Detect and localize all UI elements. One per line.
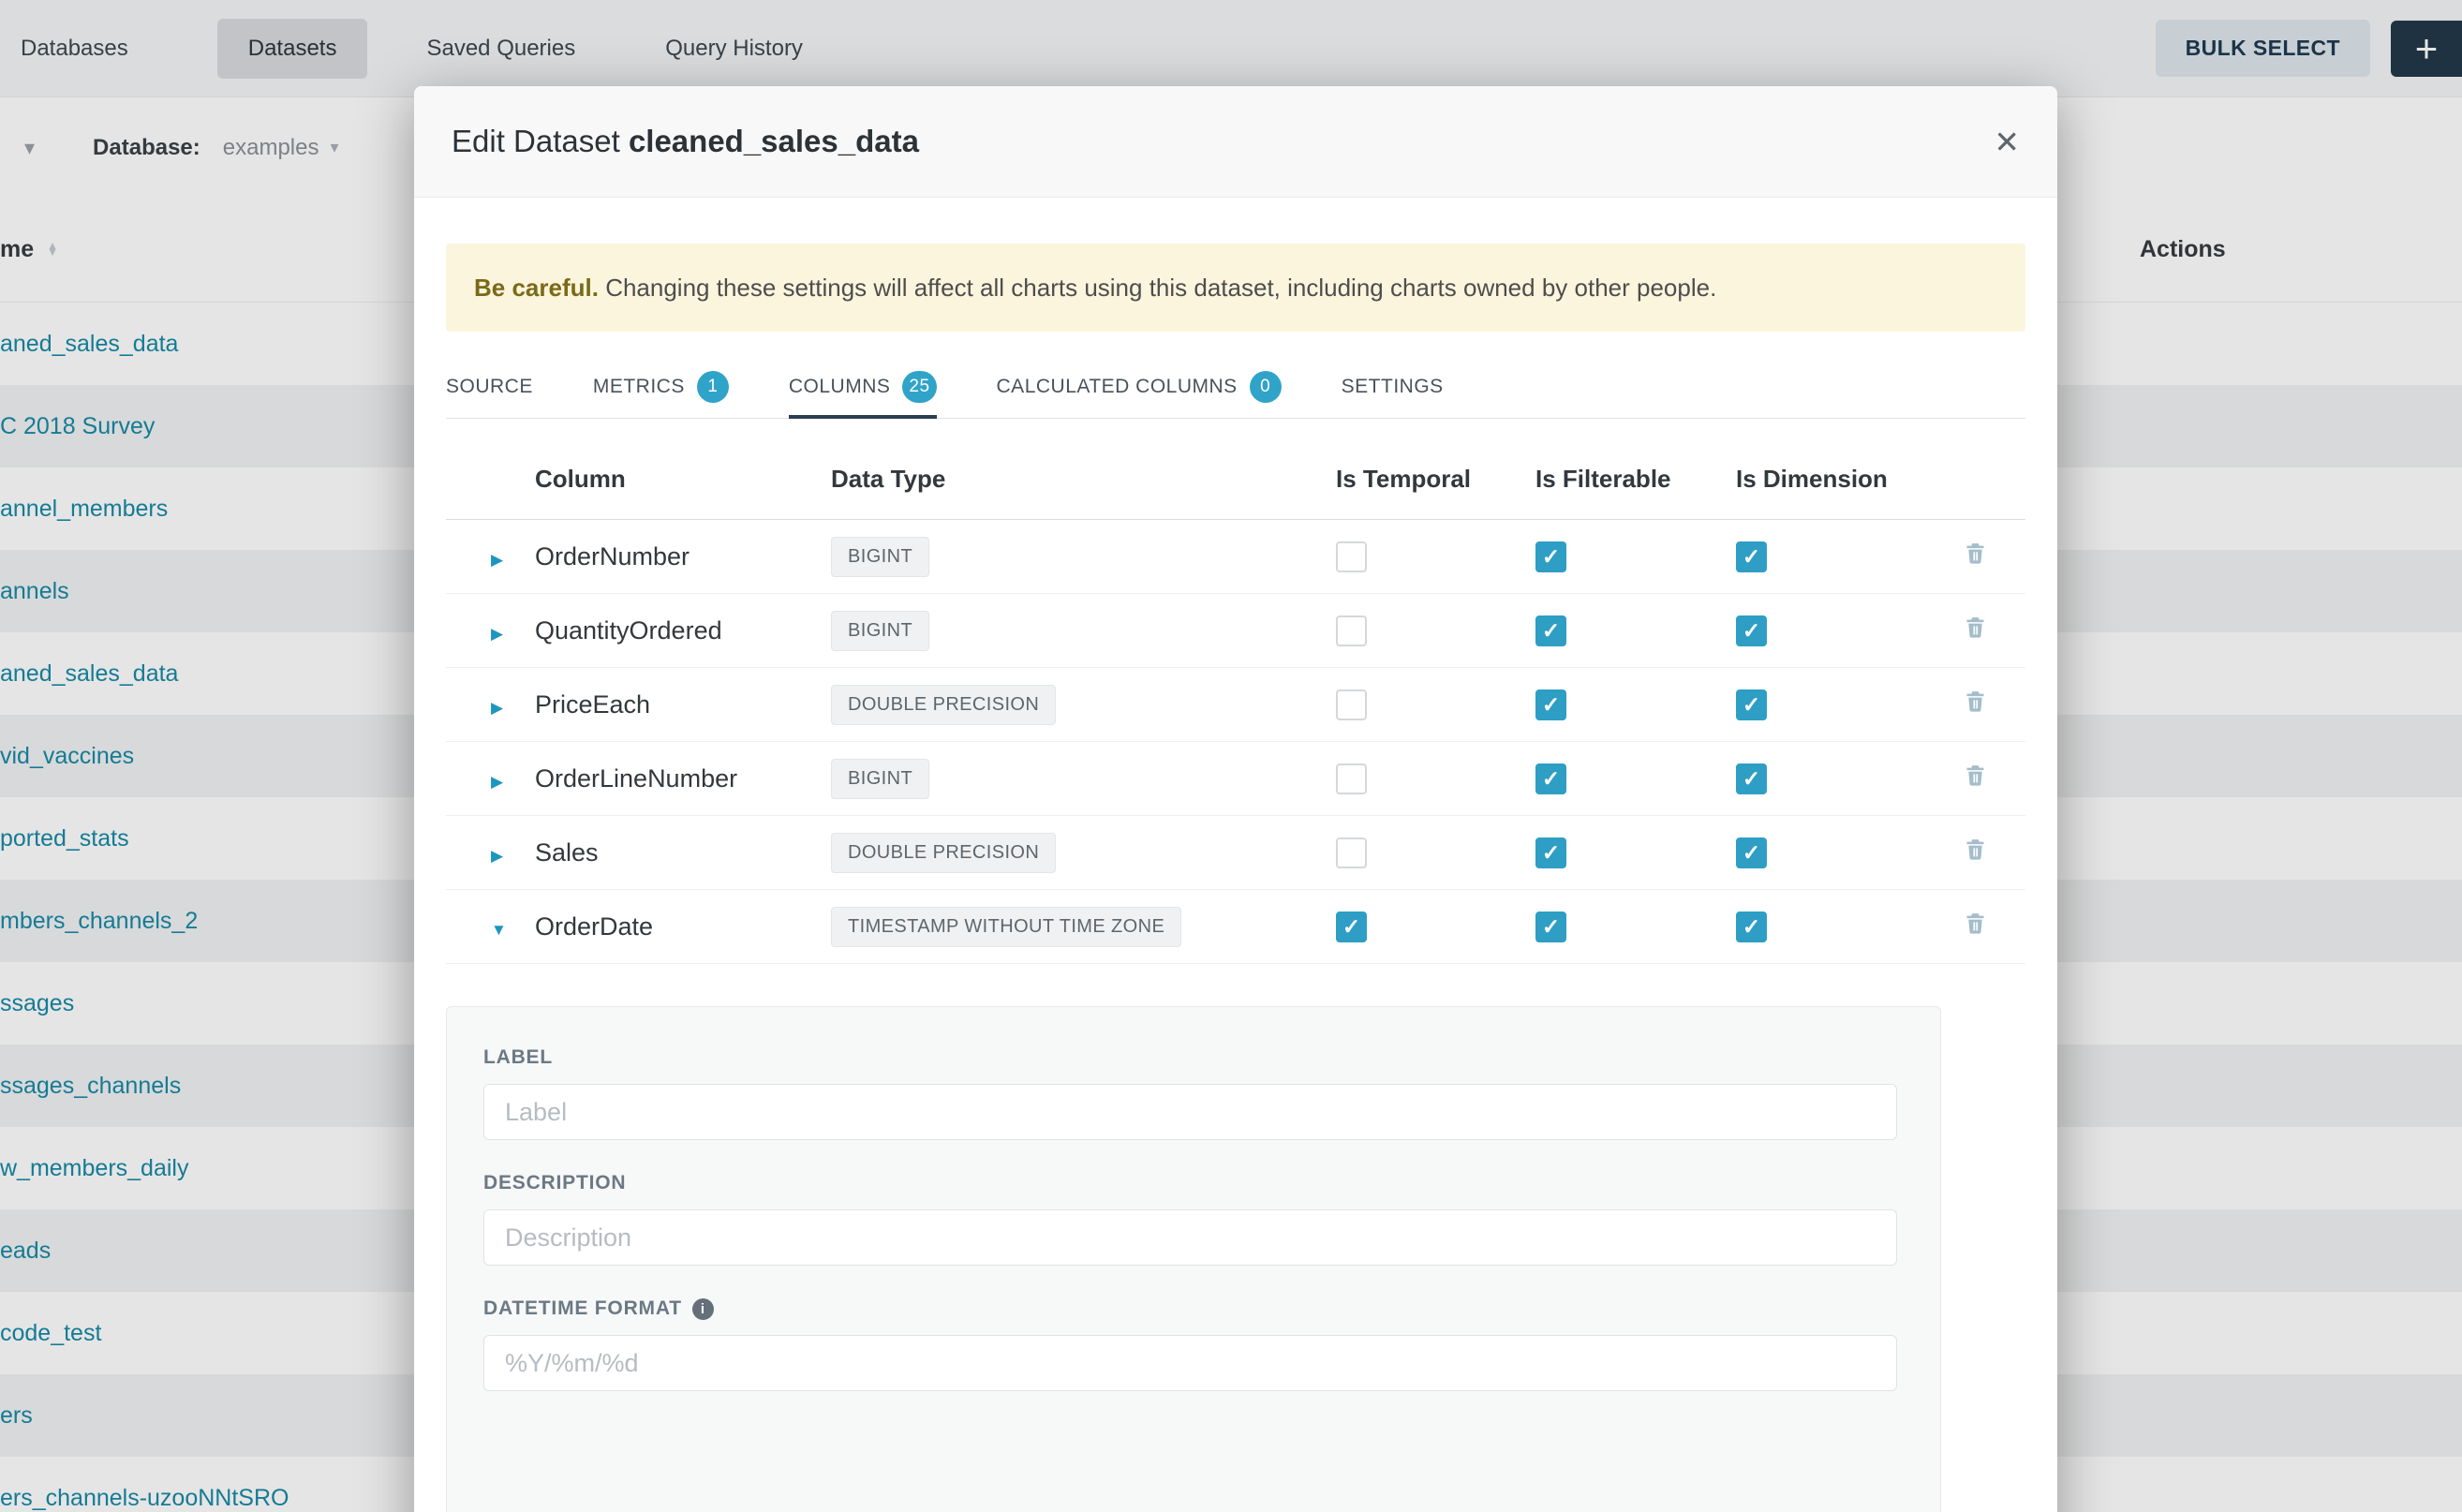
- column-detail-panel: LABEL DESCRIPTION DATETIME FORMAT i: [446, 1006, 1941, 1512]
- column-row: Sales DOUBLE PRECISION: [446, 816, 2025, 890]
- column-name: Sales: [512, 838, 831, 867]
- is-temporal-checkbox[interactable]: [1336, 763, 1367, 794]
- data-type-header: Data Type: [831, 465, 1336, 494]
- expand-caret-icon[interactable]: [491, 552, 503, 568]
- columns-count-badge: 25: [902, 371, 936, 403]
- calculated-columns-count-badge: 0: [1250, 371, 1282, 403]
- datetime-format-input[interactable]: [483, 1335, 1897, 1391]
- expand-caret-icon[interactable]: [491, 848, 503, 864]
- column-row: OrderDate TIMESTAMP WITHOUT TIME ZONE: [446, 890, 2025, 964]
- is-filterable-checkbox[interactable]: [1535, 763, 1566, 794]
- trash-icon[interactable]: [1963, 689, 1988, 714]
- column-row: QuantityOrdered BIGINT: [446, 594, 2025, 668]
- is-temporal-checkbox[interactable]: [1336, 541, 1367, 572]
- tab-settings[interactable]: SETTINGS: [1342, 356, 1444, 418]
- columns-table-header: Column Data Type Is Temporal Is Filterab…: [446, 439, 2025, 520]
- is-temporal-checkbox[interactable]: [1336, 615, 1367, 646]
- column-name: OrderLineNumber: [512, 764, 831, 793]
- description-field-label: DESCRIPTION: [483, 1172, 1897, 1194]
- tab-columns[interactable]: COLUMNS 25: [789, 356, 937, 418]
- modal-title-dataset-name: cleaned_sales_data: [629, 124, 919, 158]
- tab-calculated-columns[interactable]: CALCULATED COLUMNS 0: [997, 356, 1282, 418]
- modal-title: Edit Dataset cleaned_sales_data: [452, 124, 919, 159]
- column-row: PriceEach DOUBLE PRECISION: [446, 668, 2025, 742]
- is-dimension-checkbox[interactable]: [1736, 912, 1767, 942]
- column-name: OrderNumber: [512, 542, 831, 571]
- modal-tabs: SOURCE METRICS 1 COLUMNS 25 CALCULATED COL…: [446, 356, 2025, 419]
- column-row: OrderLineNumber BIGINT: [446, 742, 2025, 816]
- datetime-format-field-label: DATETIME FORMAT i: [483, 1297, 1897, 1320]
- is-dimension-checkbox[interactable]: [1736, 541, 1767, 572]
- label-field-group: LABEL: [483, 1046, 1897, 1140]
- column-row: OrderNumber BIGINT: [446, 520, 2025, 594]
- trash-icon[interactable]: [1963, 541, 1988, 566]
- label-input[interactable]: [483, 1084, 1897, 1140]
- modal-body: Be careful. Changing these settings will…: [414, 244, 2057, 1512]
- expand-caret-icon[interactable]: [491, 922, 507, 938]
- is-filterable-checkbox[interactable]: [1535, 912, 1566, 942]
- tab-source[interactable]: SOURCE: [446, 356, 533, 418]
- warning-text: Changing these settings will affect all …: [599, 274, 1716, 303]
- column-name: PriceEach: [512, 690, 831, 719]
- tab-label: SETTINGS: [1342, 376, 1444, 398]
- trash-icon[interactable]: [1963, 837, 1988, 862]
- is-dimension-header: Is Dimension: [1736, 465, 1963, 494]
- tab-label: METRICS: [593, 376, 685, 398]
- datetime-format-field-group: DATETIME FORMAT i: [483, 1297, 1897, 1391]
- description-field-group: DESCRIPTION: [483, 1172, 1897, 1266]
- is-dimension-checkbox[interactable]: [1736, 689, 1767, 720]
- data-type-pill: BIGINT: [831, 759, 929, 799]
- is-temporal-checkbox[interactable]: [1336, 912, 1367, 942]
- expand-caret-icon[interactable]: [491, 626, 503, 642]
- trash-icon[interactable]: [1963, 615, 1988, 640]
- column-name: OrderDate: [512, 912, 831, 941]
- column-header: Column: [512, 465, 831, 494]
- description-input[interactable]: [483, 1209, 1897, 1266]
- close-icon[interactable]: ✕: [1994, 126, 2020, 157]
- is-temporal-header: Is Temporal: [1336, 465, 1535, 494]
- data-type-pill: BIGINT: [831, 611, 929, 651]
- metrics-count-badge: 1: [697, 371, 729, 403]
- is-filterable-checkbox[interactable]: [1535, 838, 1566, 868]
- column-name: QuantityOrdered: [512, 616, 831, 645]
- expand-caret-icon[interactable]: [491, 774, 503, 790]
- data-type-pill: DOUBLE PRECISION: [831, 833, 1056, 873]
- data-type-pill: BIGINT: [831, 537, 929, 577]
- is-filterable-header: Is Filterable: [1535, 465, 1736, 494]
- tab-label: CALCULATED COLUMNS: [997, 376, 1238, 398]
- label-field-label: LABEL: [483, 1046, 1897, 1069]
- trash-icon[interactable]: [1963, 911, 1988, 936]
- is-temporal-checkbox[interactable]: [1336, 838, 1367, 868]
- is-dimension-checkbox[interactable]: [1736, 838, 1767, 868]
- tab-label: SOURCE: [446, 376, 533, 398]
- is-filterable-checkbox[interactable]: [1535, 689, 1566, 720]
- data-type-pill: TIMESTAMP WITHOUT TIME ZONE: [831, 907, 1181, 947]
- modal-header: Edit Dataset cleaned_sales_data ✕: [414, 86, 2057, 198]
- modal-title-prefix: Edit Dataset: [452, 124, 629, 158]
- is-filterable-checkbox[interactable]: [1535, 541, 1566, 572]
- trash-icon[interactable]: [1963, 763, 1988, 788]
- is-temporal-checkbox[interactable]: [1336, 689, 1367, 720]
- tab-label: COLUMNS: [789, 376, 891, 398]
- info-icon[interactable]: i: [692, 1298, 714, 1320]
- edit-dataset-modal: Edit Dataset cleaned_sales_data ✕ Be car…: [414, 86, 2057, 1512]
- tab-metrics[interactable]: METRICS 1: [593, 356, 729, 418]
- warning-banner: Be careful. Changing these settings will…: [446, 244, 2025, 332]
- is-dimension-checkbox[interactable]: [1736, 763, 1767, 794]
- is-dimension-checkbox[interactable]: [1736, 615, 1767, 646]
- is-filterable-checkbox[interactable]: [1535, 615, 1566, 646]
- warning-bold-text: Be careful.: [474, 274, 599, 303]
- data-type-pill: DOUBLE PRECISION: [831, 685, 1056, 725]
- screen: Databases Datasets Saved Queries Query H…: [0, 0, 2462, 1512]
- expand-caret-icon[interactable]: [491, 700, 503, 716]
